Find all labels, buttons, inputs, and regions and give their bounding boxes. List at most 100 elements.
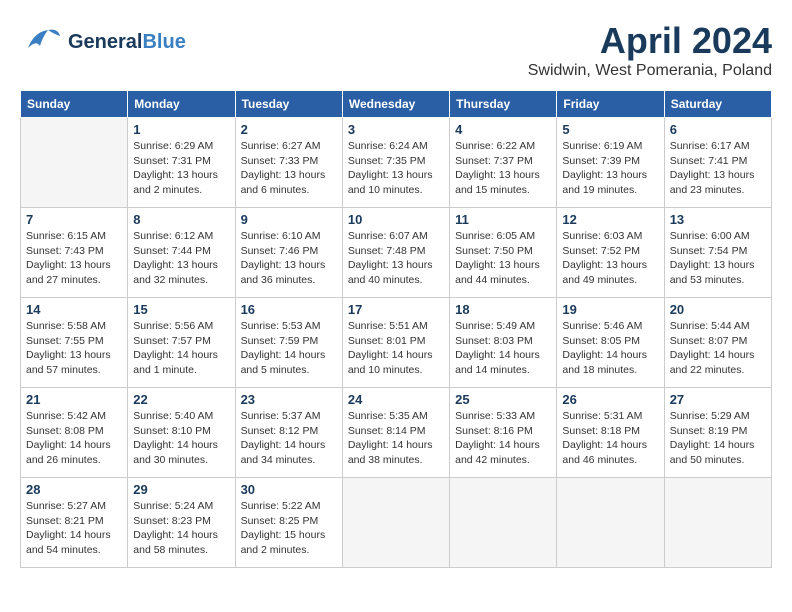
calendar-day-cell: 20 Sunrise: 5:44 AMSunset: 8:07 PMDayligh… — [664, 298, 771, 388]
day-info: Sunrise: 6:22 AMSunset: 7:37 PMDaylight:… — [455, 139, 551, 198]
day-info: Sunrise: 5:42 AMSunset: 8:08 PMDaylight:… — [26, 409, 122, 468]
calendar-day-cell — [21, 118, 128, 208]
day-number: 29 — [133, 482, 229, 497]
calendar-day-cell: 30 Sunrise: 5:22 AMSunset: 8:25 PMDayligh… — [235, 478, 342, 568]
calendar-day-cell: 15 Sunrise: 5:56 AMSunset: 7:57 PMDayligh… — [128, 298, 235, 388]
calendar-day-cell: 10Sunrise: 6:07 AMSunset: 7:48 PMDayligh… — [342, 208, 449, 298]
day-number: 18 — [455, 302, 551, 317]
calendar-week-row: 14 Sunrise: 5:58 AMSunset: 7:55 PMDayligh… — [21, 298, 772, 388]
calendar-day-cell: 9 Sunrise: 6:10 AMSunset: 7:46 PMDaylight… — [235, 208, 342, 298]
day-number: 20 — [670, 302, 766, 317]
day-info: Sunrise: 6:27 AMSunset: 7:33 PMDaylight:… — [241, 139, 337, 198]
calendar-day-cell — [450, 478, 557, 568]
day-number: 4 — [455, 122, 551, 137]
day-number: 26 — [562, 392, 658, 407]
weekday-header: Wednesday — [342, 91, 449, 118]
calendar-day-cell: 6 Sunrise: 6:17 AMSunset: 7:41 PMDaylight… — [664, 118, 771, 208]
calendar-table: SundayMondayTuesdayWednesdayThursdayFrid… — [20, 90, 772, 568]
day-info: Sunrise: 5:44 AMSunset: 8:07 PMDaylight:… — [670, 319, 766, 378]
day-number: 3 — [348, 122, 444, 137]
day-number: 15 — [133, 302, 229, 317]
calendar-day-cell: 25 Sunrise: 5:33 AMSunset: 8:16 PMDayligh… — [450, 388, 557, 478]
calendar-day-cell: 1Sunrise: 6:29 AMSunset: 7:31 PMDaylight… — [128, 118, 235, 208]
day-number: 14 — [26, 302, 122, 317]
day-info: Sunrise: 5:37 AMSunset: 8:12 PMDaylight:… — [241, 409, 337, 468]
day-number: 30 — [241, 482, 337, 497]
logo-text: GeneralBlue — [68, 31, 186, 53]
calendar-day-cell — [342, 478, 449, 568]
logo-general: General — [68, 31, 142, 53]
calendar-day-cell: 28Sunrise: 5:27 AMSunset: 8:21 PMDayligh… — [21, 478, 128, 568]
calendar-day-cell: 4 Sunrise: 6:22 AMSunset: 7:37 PMDaylight… — [450, 118, 557, 208]
day-number: 7 — [26, 212, 122, 227]
day-info: Sunrise: 5:29 AMSunset: 8:19 PMDaylight:… — [670, 409, 766, 468]
day-info: Sunrise: 6:03 AMSunset: 7:52 PMDaylight:… — [562, 229, 658, 288]
day-number: 8 — [133, 212, 229, 227]
day-info: Sunrise: 5:35 AMSunset: 8:14 PMDaylight:… — [348, 409, 444, 468]
weekday-header: Monday — [128, 91, 235, 118]
day-info: Sunrise: 5:58 AMSunset: 7:55 PMDaylight:… — [26, 319, 122, 378]
day-info: Sunrise: 6:15 AMSunset: 7:43 PMDaylight:… — [26, 229, 122, 288]
weekday-header: Tuesday — [235, 91, 342, 118]
day-info: Sunrise: 6:00 AMSunset: 7:54 PMDaylight:… — [670, 229, 766, 288]
calendar-week-row: 21 Sunrise: 5:42 AMSunset: 8:08 PMDayligh… — [21, 388, 772, 478]
calendar-day-cell: 29 Sunrise: 5:24 AMSunset: 8:23 PMDayligh… — [128, 478, 235, 568]
day-number: 24 — [348, 392, 444, 407]
calendar-day-cell: 12 Sunrise: 6:03 AMSunset: 7:52 PMDayligh… — [557, 208, 664, 298]
calendar-subtitle: Swidwin, West Pomerania, Poland — [528, 62, 772, 80]
day-number: 11 — [455, 212, 551, 227]
calendar-day-cell: 8 Sunrise: 6:12 AMSunset: 7:44 PMDaylight… — [128, 208, 235, 298]
calendar-day-cell: 13Sunrise: 6:00 AMSunset: 7:54 PMDayligh… — [664, 208, 771, 298]
weekday-header: Friday — [557, 91, 664, 118]
day-info: Sunrise: 5:53 AMSunset: 7:59 PMDaylight:… — [241, 319, 337, 378]
day-number: 9 — [241, 212, 337, 227]
calendar-day-cell — [557, 478, 664, 568]
calendar-day-cell: 5 Sunrise: 6:19 AMSunset: 7:39 PMDaylight… — [557, 118, 664, 208]
day-number: 17 — [348, 302, 444, 317]
calendar-day-cell: 14 Sunrise: 5:58 AMSunset: 7:55 PMDayligh… — [21, 298, 128, 388]
calendar-day-cell: 18 Sunrise: 5:49 AMSunset: 8:03 PMDayligh… — [450, 298, 557, 388]
day-number: 21 — [26, 392, 122, 407]
calendar-week-row: 1Sunrise: 6:29 AMSunset: 7:31 PMDaylight… — [21, 118, 772, 208]
day-info: Sunrise: 5:22 AMSunset: 8:25 PMDaylight:… — [241, 499, 337, 558]
calendar-day-cell: 27 Sunrise: 5:29 AMSunset: 8:19 PMDayligh… — [664, 388, 771, 478]
logo-icon — [20, 20, 64, 64]
day-info: Sunrise: 6:17 AMSunset: 7:41 PMDaylight:… — [670, 139, 766, 198]
day-info: Sunrise: 6:05 AMSunset: 7:50 PMDaylight:… — [455, 229, 551, 288]
day-info: Sunrise: 5:49 AMSunset: 8:03 PMDaylight:… — [455, 319, 551, 378]
day-info: Sunrise: 5:31 AMSunset: 8:18 PMDaylight:… — [562, 409, 658, 468]
day-number: 6 — [670, 122, 766, 137]
day-info: Sunrise: 5:56 AMSunset: 7:57 PMDaylight:… — [133, 319, 229, 378]
calendar-day-cell: 23 Sunrise: 5:37 AMSunset: 8:12 PMDayligh… — [235, 388, 342, 478]
calendar-day-cell: 24 Sunrise: 5:35 AMSunset: 8:14 PMDayligh… — [342, 388, 449, 478]
title-block: April 2024 Swidwin, West Pomerania, Pola… — [528, 20, 772, 80]
day-number: 10 — [348, 212, 444, 227]
day-number: 2 — [241, 122, 337, 137]
day-info: Sunrise: 5:51 AMSunset: 8:01 PMDaylight:… — [348, 319, 444, 378]
day-info: Sunrise: 5:40 AMSunset: 8:10 PMDaylight:… — [133, 409, 229, 468]
calendar-day-cell: 17 Sunrise: 5:51 AMSunset: 8:01 PMDayligh… — [342, 298, 449, 388]
day-info: Sunrise: 6:10 AMSunset: 7:46 PMDaylight:… — [241, 229, 337, 288]
day-number: 22 — [133, 392, 229, 407]
calendar-header-row: SundayMondayTuesdayWednesdayThursdayFrid… — [21, 91, 772, 118]
calendar-day-cell: 21 Sunrise: 5:42 AMSunset: 8:08 PMDayligh… — [21, 388, 128, 478]
day-info: Sunrise: 6:12 AMSunset: 7:44 PMDaylight:… — [133, 229, 229, 288]
day-number: 16 — [241, 302, 337, 317]
weekday-header: Saturday — [664, 91, 771, 118]
day-info: Sunrise: 5:24 AMSunset: 8:23 PMDaylight:… — [133, 499, 229, 558]
weekday-header: Thursday — [450, 91, 557, 118]
day-info: Sunrise: 5:33 AMSunset: 8:16 PMDaylight:… — [455, 409, 551, 468]
day-number: 5 — [562, 122, 658, 137]
day-info: Sunrise: 5:27 AMSunset: 8:21 PMDaylight:… — [26, 499, 122, 558]
calendar-title: April 2024 — [528, 20, 772, 62]
logo-blue: Blue — [142, 31, 185, 53]
calendar-day-cell: 2 Sunrise: 6:27 AMSunset: 7:33 PMDaylight… — [235, 118, 342, 208]
day-number: 12 — [562, 212, 658, 227]
day-number: 23 — [241, 392, 337, 407]
calendar-day-cell: 7 Sunrise: 6:15 AMSunset: 7:43 PMDaylight… — [21, 208, 128, 298]
calendar-day-cell: 26 Sunrise: 5:31 AMSunset: 8:18 PMDayligh… — [557, 388, 664, 478]
day-number: 27 — [670, 392, 766, 407]
day-number: 25 — [455, 392, 551, 407]
day-info: Sunrise: 6:19 AMSunset: 7:39 PMDaylight:… — [562, 139, 658, 198]
page-header: GeneralBlue April 2024 Swidwin, West Pom… — [20, 20, 772, 80]
